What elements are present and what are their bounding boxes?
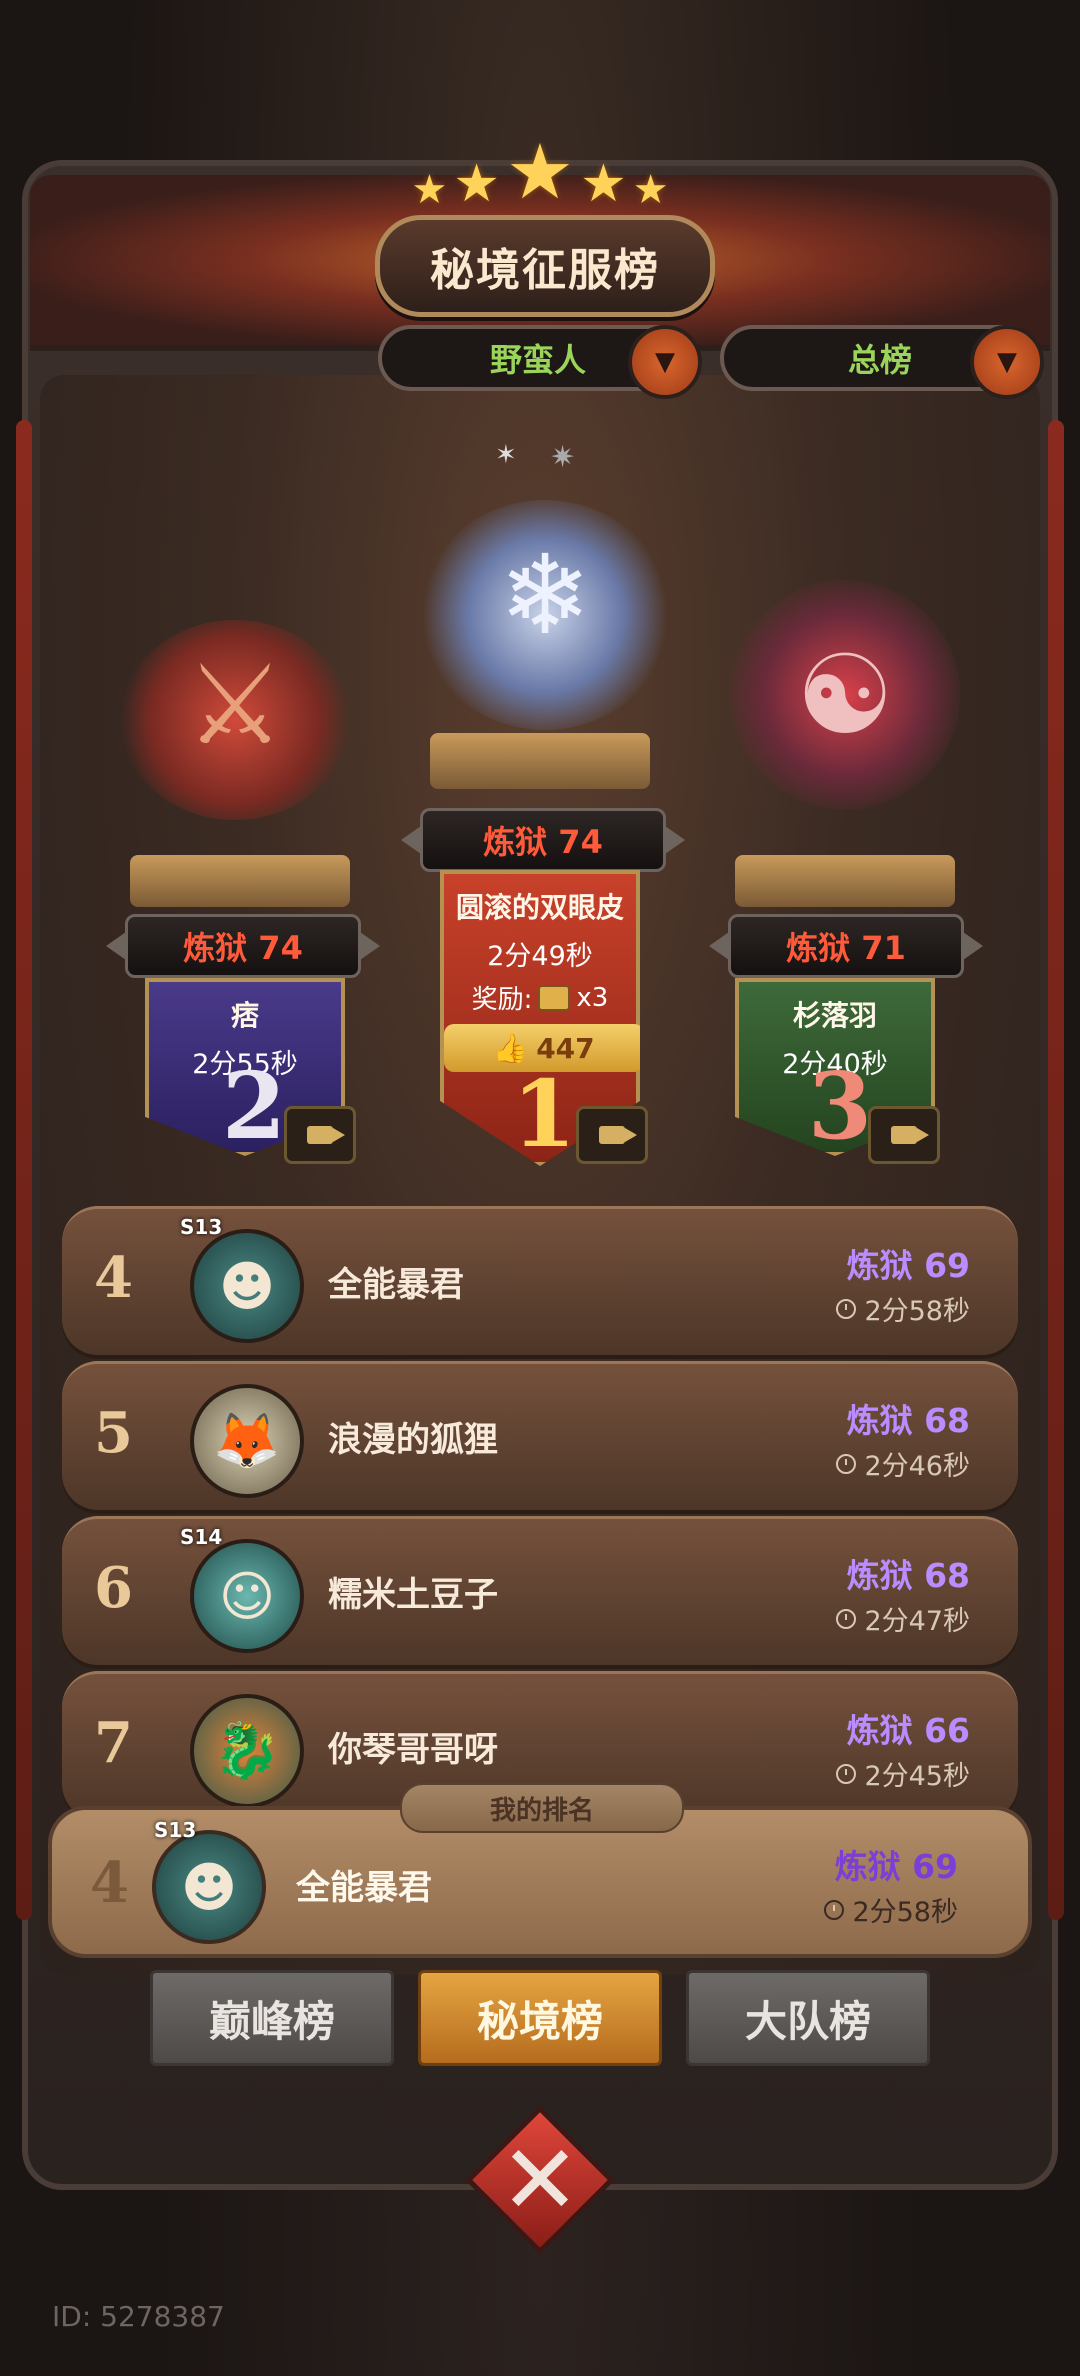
- avatar: ☺: [190, 1539, 304, 1653]
- clock-icon: [836, 1298, 857, 1319]
- avatar: 🐉: [190, 1694, 304, 1808]
- rank-position: 7: [94, 1710, 133, 1776]
- replay-video-button[interactable]: [284, 1106, 356, 1164]
- user-id: ID: 5278387: [52, 2300, 225, 2333]
- season-badge: S13: [154, 1818, 197, 1842]
- scope-filter-dropdown[interactable]: 总榜 ▼: [720, 325, 1044, 399]
- reward-label: 奖励:: [471, 985, 533, 1015]
- clear-time-row: 2分47秒: [836, 1599, 970, 1638]
- season-badge: S13: [180, 1215, 223, 1239]
- chevron-down-icon[interactable]: ▼: [628, 325, 702, 399]
- rank-position: 5: [94, 1400, 133, 1466]
- season-badge: S14: [180, 1525, 223, 1549]
- star-icon: ★: [632, 167, 669, 213]
- reward-row: 奖励: x3: [444, 979, 636, 1016]
- pedestal: [430, 733, 650, 789]
- left-rail: [16, 420, 32, 1920]
- clock-icon: [836, 1763, 857, 1784]
- tier-label: 炼狱 68: [846, 1556, 970, 1595]
- player-name: 杉落羽: [792, 999, 877, 1032]
- clear-time: 2分45秒: [864, 1761, 970, 1792]
- tier-label: 炼狱 74: [106, 914, 380, 978]
- sparkle-icon: ✷: [550, 440, 576, 475]
- rank-position: 6: [94, 1555, 133, 1621]
- rating-stars: ★ ★ ★ ★ ★: [400, 127, 680, 216]
- player-name: 浪漫的狐狸: [328, 1420, 498, 1460]
- avatar: ☻: [152, 1830, 266, 1944]
- rank-position: 4: [90, 1850, 129, 1916]
- scope-filter-label: 总榜: [847, 341, 912, 379]
- star-icon: ★: [411, 167, 448, 213]
- tab-peak[interactable]: 巅峰榜: [150, 1970, 394, 2066]
- my-rank-tag: 我的排名: [400, 1783, 684, 1833]
- clock-icon: [836, 1608, 857, 1629]
- tier-label: 炼狱 69: [834, 1847, 958, 1886]
- tier-label: 炼狱 68: [846, 1401, 970, 1440]
- sparkle-icon: ✶: [495, 440, 517, 470]
- clear-time-row: 2分46秒: [836, 1444, 970, 1483]
- right-rail: [1048, 420, 1064, 1920]
- tier-label: 炼狱 74: [401, 808, 685, 872]
- rank-number: 3: [808, 1052, 873, 1160]
- player-name: 全能暴君: [296, 1868, 432, 1908]
- player-name: 糯米土豆子: [328, 1575, 498, 1615]
- star-icon: ★: [580, 154, 627, 214]
- close-icon: ✕: [499, 2124, 581, 2236]
- replay-video-button[interactable]: [576, 1106, 648, 1164]
- close-button[interactable]: ✕: [465, 2105, 615, 2255]
- player-name: 全能暴君: [328, 1265, 464, 1305]
- pedestal: [735, 855, 955, 907]
- avatar: 🦊: [190, 1384, 304, 1498]
- clear-time: 2分47秒: [864, 1606, 970, 1637]
- opera-mask-icon: ☯: [795, 631, 895, 759]
- clear-time: 2分49秒: [487, 941, 593, 972]
- video-icon: [599, 1126, 637, 1144]
- page-title: 秘境征服榜: [375, 215, 715, 317]
- clock-icon: [824, 1899, 845, 1920]
- class-filter-dropdown[interactable]: 野蛮人 ▼: [378, 325, 702, 399]
- reward-count: x3: [576, 982, 609, 1013]
- tier-label: 炼狱 66: [846, 1711, 970, 1750]
- rank-number: 1: [512, 1060, 577, 1168]
- video-icon: [307, 1126, 345, 1144]
- clear-time-row: 2分45秒: [836, 1754, 970, 1793]
- video-icon: [891, 1126, 929, 1144]
- clock-icon: [836, 1453, 857, 1474]
- replay-video-button[interactable]: [868, 1106, 940, 1164]
- warrior-icon: ⚔: [185, 641, 285, 769]
- player-name: 圆滚的双眼皮: [455, 891, 624, 924]
- pedestal: [130, 855, 350, 907]
- player-name: 你琴哥哥呀: [328, 1730, 498, 1770]
- list-item[interactable]: 5 🦊 浪漫的狐狸 炼狱 68 2分46秒: [62, 1361, 1018, 1510]
- tier-label: 炼狱 71: [709, 914, 983, 978]
- clear-time-row: 2分58秒: [824, 1890, 958, 1929]
- avatar: ☻: [190, 1229, 304, 1343]
- class-filter-label: 野蛮人: [489, 341, 586, 379]
- list-item[interactable]: 4 ☻ S13 全能暴君 炼狱 69 2分58秒: [62, 1206, 1018, 1355]
- clear-time: 2分58秒: [864, 1296, 970, 1327]
- star-icon: ★: [505, 127, 575, 216]
- star-icon: ★: [453, 154, 500, 214]
- clear-time: 2分46秒: [864, 1451, 970, 1482]
- rank-number: 2: [222, 1052, 287, 1160]
- beast-icon: ❄: [498, 531, 592, 659]
- tab-secret-realm[interactable]: 秘境榜: [418, 1970, 662, 2066]
- tab-team[interactable]: 大队榜: [686, 1970, 930, 2066]
- clear-time-row: 2分58秒: [836, 1289, 970, 1328]
- rank-position: 4: [94, 1245, 133, 1311]
- clear-time: 2分58秒: [852, 1897, 958, 1928]
- player-name: 痞: [230, 999, 259, 1032]
- chevron-down-icon[interactable]: ▼: [970, 325, 1044, 399]
- list-item[interactable]: 6 ☺ S14 糯米土豆子 炼狱 68 2分47秒: [62, 1516, 1018, 1665]
- chest-icon: [538, 984, 571, 1011]
- tier-label: 炼狱 69: [846, 1246, 970, 1285]
